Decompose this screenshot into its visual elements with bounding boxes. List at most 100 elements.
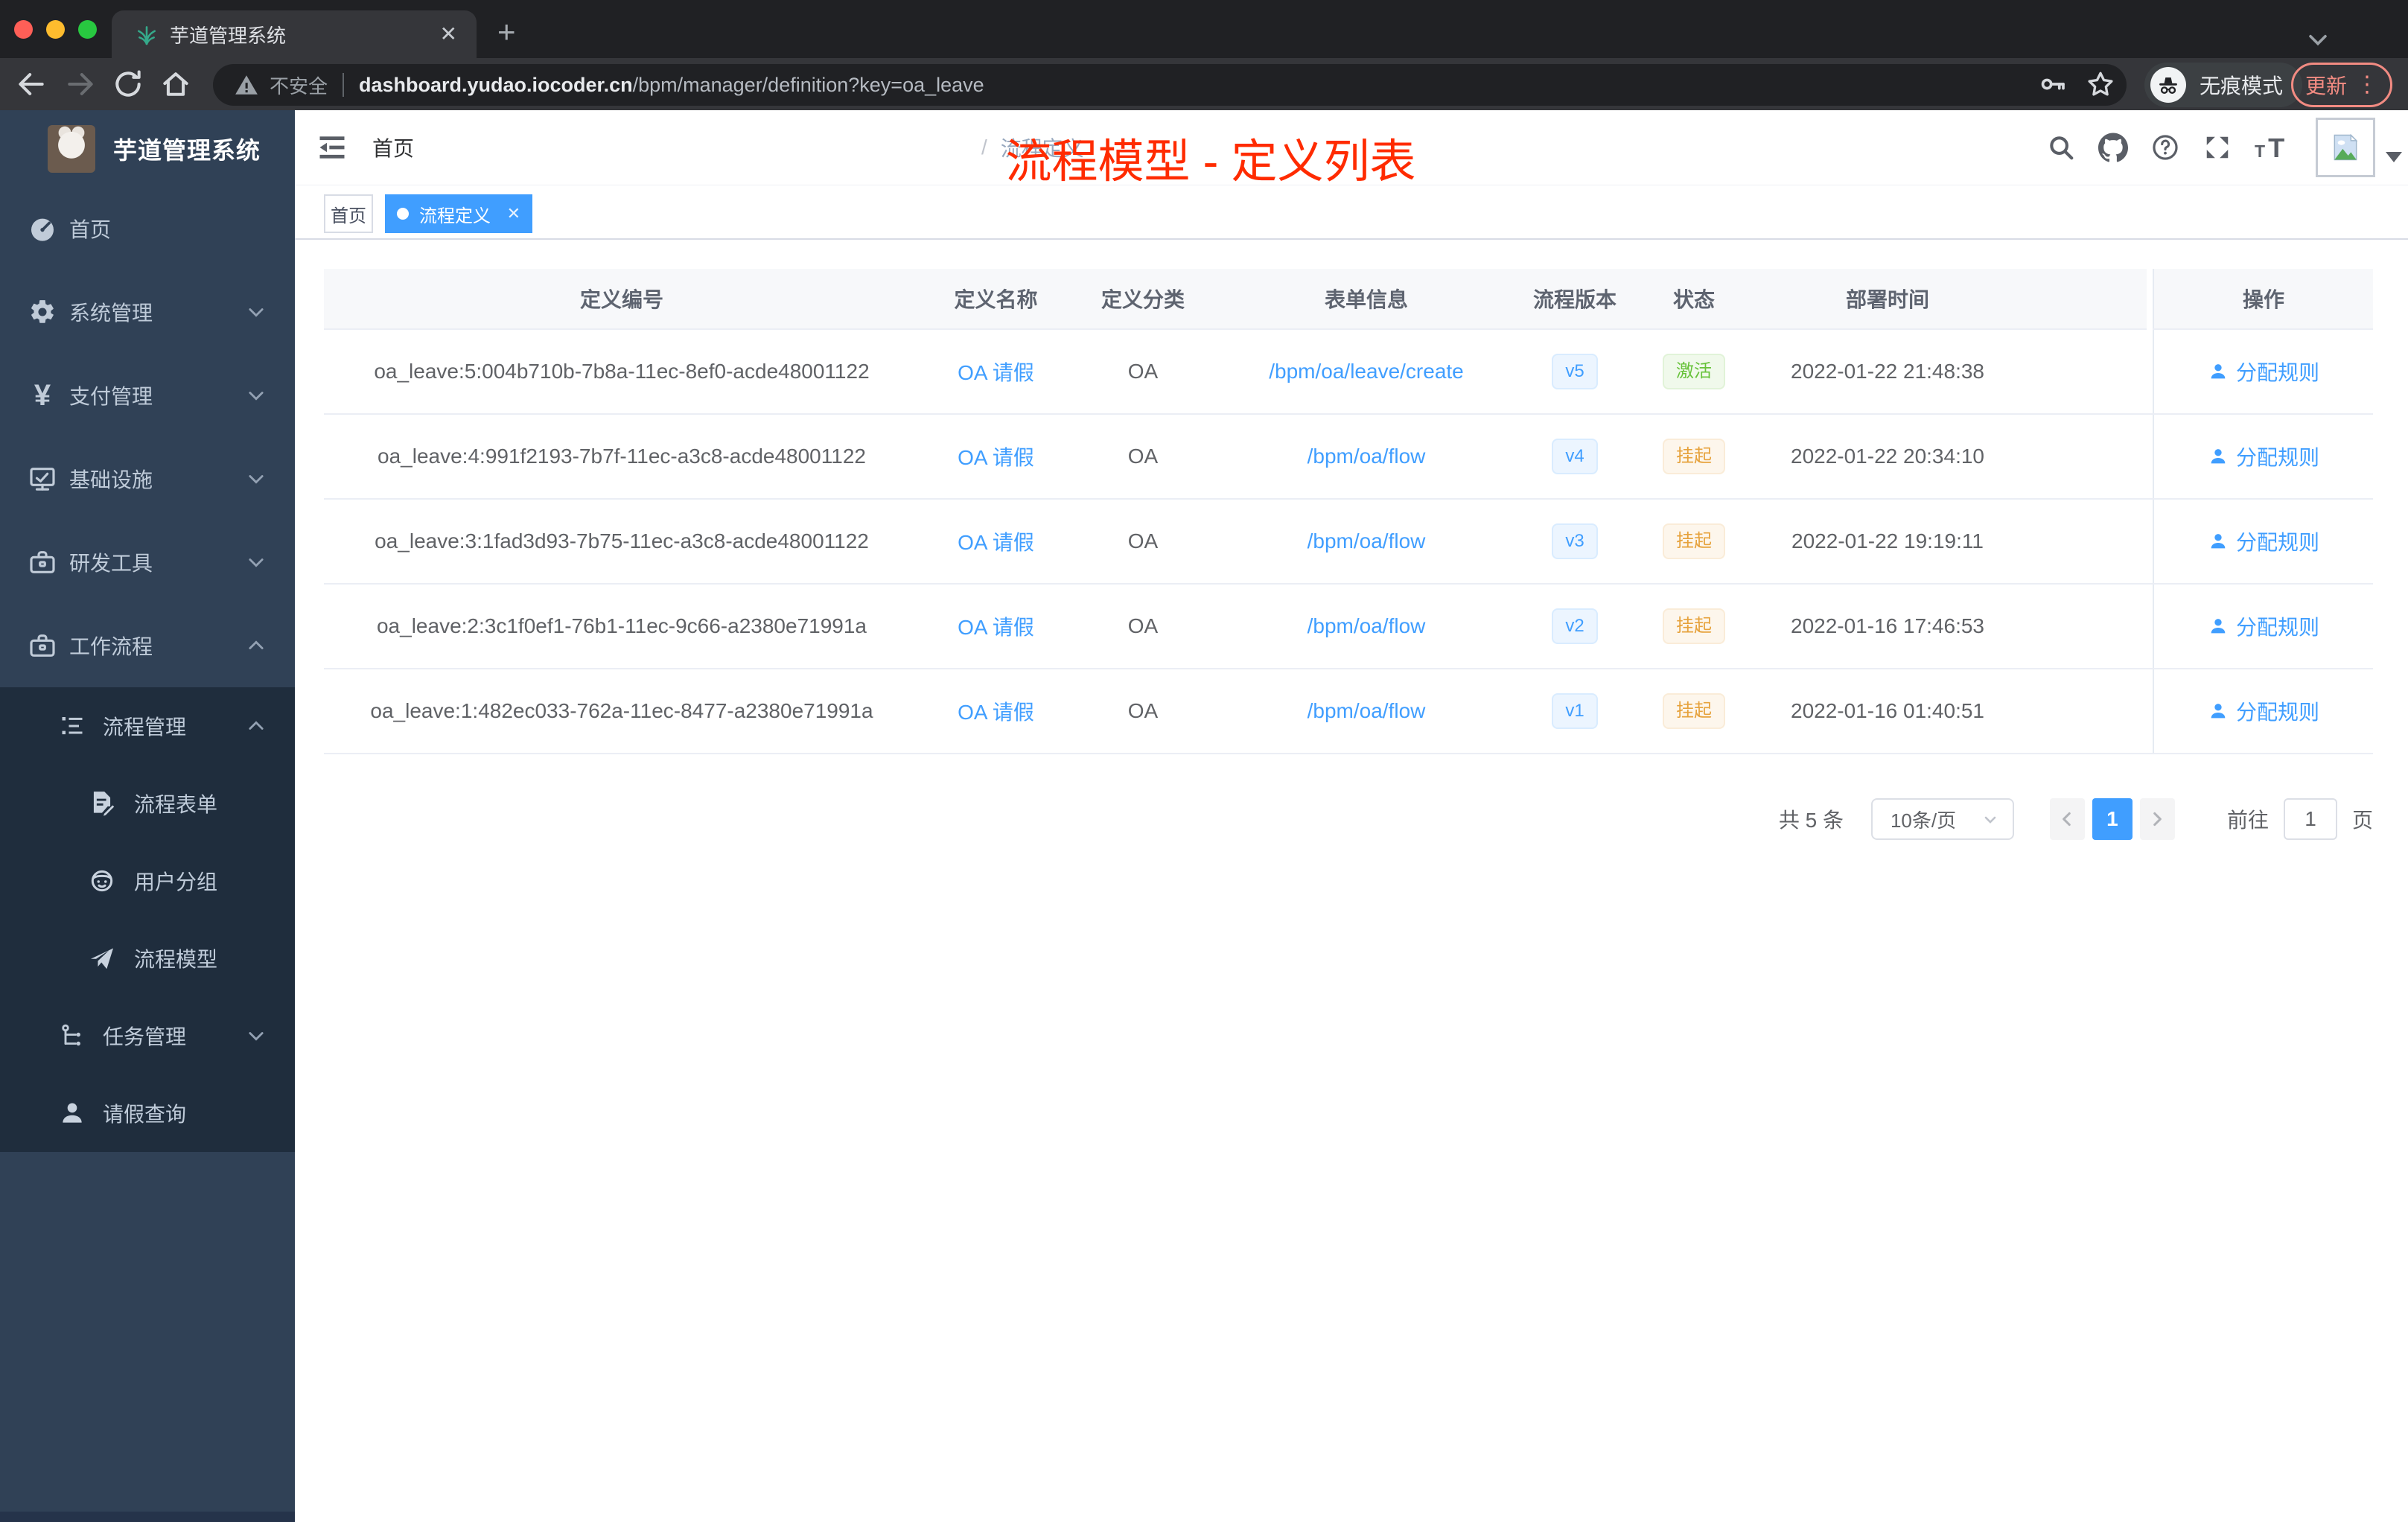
url-bar[interactable]: 不安全 dashboard.yudao.iocoder.cn/bpm/manag…: [213, 64, 2127, 106]
password-key-icon[interactable]: [2037, 68, 2068, 101]
sidebar-item-dev-tools[interactable]: 研发工具: [0, 520, 295, 604]
window-zoom-button[interactable]: [78, 20, 97, 39]
tag-process-definition[interactable]: 流程定义 ✕: [385, 194, 532, 233]
current-page-button[interactable]: 1: [2092, 798, 2133, 840]
tag-close-icon[interactable]: ✕: [507, 204, 520, 223]
form-link[interactable]: /bpm/oa/flow: [1307, 699, 1426, 723]
col-header-status: 状态: [1672, 288, 1715, 311]
chevron-down-icon: [249, 558, 264, 567]
fullscreen-icon[interactable]: [2202, 133, 2232, 162]
window-minimize-button[interactable]: [46, 20, 65, 39]
prev-page-button[interactable]: [2049, 798, 2085, 840]
reload-button[interactable]: [112, 68, 144, 101]
page-annotation-title: 流程模型 - 定义列表: [1005, 136, 1416, 188]
header-actions: TT: [2046, 110, 2296, 185]
goto-page-input[interactable]: [2283, 798, 2337, 840]
sidebar-item-process-management[interactable]: 流程管理: [0, 687, 295, 765]
user-icon: [2211, 534, 2226, 549]
tab-search-chevron-icon[interactable]: [2305, 27, 2331, 52]
cell-deploy-time: 2022-01-22 20:34:10: [1791, 445, 1984, 468]
browser-tabstrip: 芋道管理系统 ✕ +: [0, 0, 2408, 58]
sidebar-item-payment[interactable]: ¥ 支付管理: [0, 354, 295, 437]
bookmark-star-icon[interactable]: [2085, 68, 2116, 101]
sidebar-item-process-form[interactable]: 流程表单: [0, 765, 295, 842]
sidebar-item-label: 流程模型: [134, 948, 218, 971]
definition-name-link[interactable]: OA 请假: [958, 442, 1034, 471]
sidebar-item-label: 研发工具: [69, 552, 153, 575]
home-button[interactable]: [159, 68, 192, 101]
security-label[interactable]: 不安全: [270, 71, 328, 99]
sidebar-item-workflow[interactable]: 工作流程: [0, 604, 295, 687]
cell-category: OA: [1127, 360, 1159, 383]
tab-close-icon[interactable]: ✕: [440, 24, 457, 45]
sidebar-logo[interactable]: 芋道管理系统: [0, 110, 295, 187]
active-tag-dot: [397, 208, 409, 220]
url-domain: dashboard.yudao.iocoder.cn: [359, 73, 633, 96]
cell-definition-id: oa_leave:4:991f2193-7b7f-11ec-a3c8-acde4…: [378, 445, 866, 468]
cell-category: OA: [1127, 529, 1159, 553]
breadcrumb-home[interactable]: 首页: [372, 133, 968, 162]
table-row: oa_leave:3:1fad3d93-7b75-11ec-a3c8-acde4…: [324, 500, 2373, 585]
version-badge: v4: [1552, 438, 1598, 475]
form-link[interactable]: /bpm/oa/flow: [1307, 614, 1426, 638]
github-icon[interactable]: [2098, 133, 2128, 162]
sidebar-bottom-strip: [0, 1512, 295, 1522]
page-size-select[interactable]: 10条/页: [1870, 798, 2014, 840]
browser-update-button[interactable]: 更新 ⋮: [2291, 63, 2392, 107]
cell-deploy-time: 2022-01-16 17:46:53: [1791, 614, 1984, 637]
form-link[interactable]: /bpm/oa/flow: [1307, 445, 1426, 468]
table-row: oa_leave:1:482ec033-762a-11ec-8477-a2380…: [324, 669, 2373, 754]
assign-rule-button[interactable]: 分配规则: [2208, 526, 2319, 556]
browser-menu-dots-icon[interactable]: ⋮: [2356, 74, 2378, 95]
col-header-category: 定义分类: [1101, 288, 1185, 311]
col-header-actions: 操作: [2153, 269, 2373, 328]
sidebar-item-user-group[interactable]: 用户分组: [0, 842, 295, 920]
chevron-down-icon: [249, 392, 264, 401]
font-size-icon[interactable]: TT: [2255, 133, 2296, 162]
sidebar-item-label: 流程管理: [103, 716, 187, 739]
browser-tab[interactable]: 芋道管理系统 ✕: [112, 10, 477, 58]
assign-rule-button[interactable]: 分配规则: [2208, 357, 2319, 386]
col-header-time: 部署时间: [1845, 288, 1929, 311]
tag-home[interactable]: 首页: [324, 194, 373, 233]
form-link[interactable]: /bpm/oa/flow: [1307, 529, 1426, 553]
window-close-button[interactable]: [14, 20, 33, 39]
search-icon[interactable]: [2046, 133, 2076, 162]
sidebar-item-home[interactable]: 首页: [0, 187, 295, 270]
user-avatar[interactable]: [2316, 118, 2375, 177]
sidebar-item-task-management[interactable]: 任务管理: [0, 997, 295, 1074]
dashboard-icon: [28, 214, 57, 243]
sidebar-item-label: 基础设施: [69, 468, 153, 491]
help-icon[interactable]: [2150, 133, 2180, 162]
definition-name-link[interactable]: OA 请假: [958, 357, 1034, 386]
incognito-icon: [2150, 67, 2186, 103]
sidebar-item-leave-query[interactable]: 请假查询: [0, 1074, 295, 1152]
not-secure-warning-icon[interactable]: [234, 72, 259, 98]
svg-text:T: T: [2268, 133, 2284, 162]
form-link[interactable]: /bpm/oa/leave/create: [1269, 360, 1464, 383]
status-badge: 挂起: [1663, 438, 1725, 475]
tree-table-icon: [58, 712, 86, 740]
sidebar-item-infrastructure[interactable]: 基础设施: [0, 437, 295, 520]
back-button[interactable]: [15, 68, 48, 101]
incognito-label: 无痕模式: [2200, 74, 2284, 98]
tag-label: 首页: [331, 206, 366, 226]
hamburger-collapse-icon[interactable]: [316, 131, 348, 164]
definition-name-link[interactable]: OA 请假: [958, 526, 1034, 556]
avatar-dropdown-caret-icon[interactable]: [2386, 152, 2402, 162]
assign-rule-button[interactable]: 分配规则: [2208, 442, 2319, 471]
yen-icon: ¥: [34, 379, 51, 412]
forward-button[interactable]: [64, 68, 97, 101]
sidebar-item-system[interactable]: 系统管理: [0, 270, 295, 354]
new-tab-button[interactable]: +: [497, 16, 516, 48]
page-size-value: 10条/页: [1890, 809, 1957, 832]
definition-name-link[interactable]: OA 请假: [958, 611, 1034, 641]
next-page-button[interactable]: [2139, 798, 2175, 840]
sidebar-item-label: 请假查询: [103, 1103, 187, 1126]
assign-rule-button[interactable]: 分配规则: [2208, 611, 2319, 641]
incognito-badge: 无痕模式: [2144, 63, 2303, 107]
sidebar-item-process-model[interactable]: 流程模型: [0, 920, 295, 997]
assign-rule-button[interactable]: 分配规则: [2208, 696, 2319, 726]
definition-name-link[interactable]: OA 请假: [958, 696, 1034, 726]
user-icon: [2211, 704, 2226, 719]
